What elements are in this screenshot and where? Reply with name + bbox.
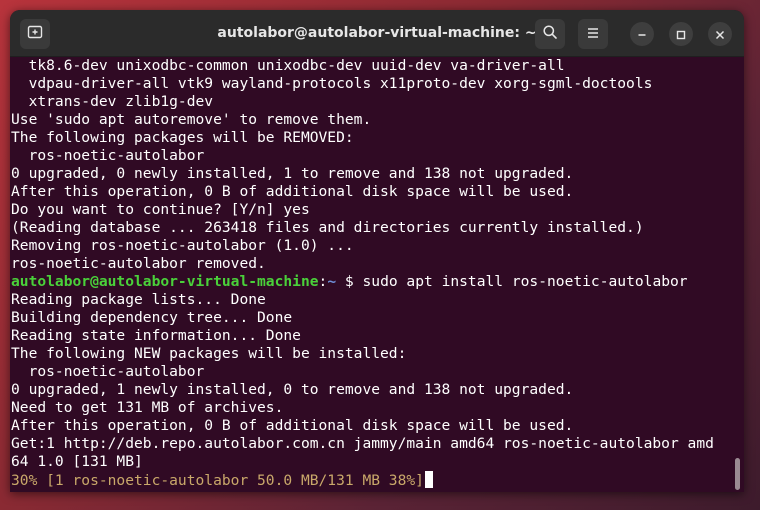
terminal-line: 0 upgraded, 0 newly installed, 1 to remo… (11, 165, 574, 182)
maximize-icon (676, 25, 686, 44)
terminal-line: ros-noetic-autolabor removed. (11, 255, 266, 272)
terminal-line: (Reading database ... 263418 files and d… (11, 219, 644, 236)
title-bar[interactable]: autolabor@autolabor-virtual-machine: ~ (10, 10, 744, 57)
prompt-separator: : (318, 273, 328, 290)
terminal-line: The following packages will be REMOVED: (11, 129, 354, 146)
terminal-window: autolabor@autolabor-virtual-machine: ~ t… (10, 10, 744, 492)
hamburger-menu-icon (586, 25, 600, 44)
terminal-line: Use 'sudo apt autoremove' to remove them… (11, 111, 372, 128)
prompt-user-host: autolabor@autolabor-virtual-machine (11, 273, 319, 290)
terminal-line: ros-noetic-autolabor (11, 363, 205, 380)
close-button[interactable] (708, 22, 732, 46)
terminal-line: Get:1 http://deb.repo.autolabor.com.cn j… (11, 435, 714, 452)
terminal-line: Do you want to continue? [Y/n] yes (11, 201, 310, 218)
menu-button[interactable] (578, 19, 608, 49)
terminal-line: After this operation, 0 B of additional … (11, 183, 574, 200)
download-progress-line: 30% [1 ros-noetic-autolabor 50.0 MB/131 … (11, 471, 731, 489)
command-prompt-line: autolabor@autolabor-virtual-machine:~ $ … (11, 273, 731, 291)
terminal-cursor (424, 471, 433, 488)
terminal-line: tk8.6-dev unixodbc-common unixodbc-dev u… (11, 57, 565, 74)
close-icon (715, 25, 725, 44)
terminal-line: vdpau-driver-all vtk9 wayland-protocols … (11, 75, 653, 92)
minimize-icon (637, 25, 647, 44)
prompt-path: ~ (327, 273, 337, 290)
command-text: $ sudo apt install ros-noetic-autolabor (344, 273, 688, 290)
maximize-button[interactable] (669, 22, 693, 46)
terminal-output[interactable]: tk8.6-dev unixodbc-common unixodbc-dev u… (10, 57, 731, 492)
terminal-line: 0 upgraded, 1 newly installed, 0 to remo… (11, 381, 574, 398)
terminal-line: ros-noetic-autolabor (11, 147, 205, 164)
minimize-button[interactable] (630, 22, 654, 46)
terminal-line: 64 1.0 [131 MB] (11, 453, 143, 470)
terminal-line: Need to get 131 MB of archives. (11, 399, 284, 416)
prompt-command (336, 273, 345, 290)
terminal-line: Reading package lists... Done (11, 291, 266, 308)
terminal-line: The following NEW packages will be insta… (11, 345, 407, 362)
download-progress-text: 30% [1 ros-noetic-autolabor 50.0 MB/131 … (11, 472, 424, 489)
terminal-line: After this operation, 0 B of additional … (11, 417, 574, 434)
terminal-line: xtrans-dev zlib1g-dev (11, 93, 214, 110)
search-button[interactable] (535, 19, 565, 49)
terminal-line: Removing ros-noetic-autolabor (1.0) ... (11, 237, 354, 254)
scrollbar-thumb[interactable] (735, 458, 740, 490)
terminal-line: Reading state information... Done (11, 327, 301, 344)
search-icon (542, 24, 558, 44)
terminal-line: Building dependency tree... Done (11, 309, 293, 326)
